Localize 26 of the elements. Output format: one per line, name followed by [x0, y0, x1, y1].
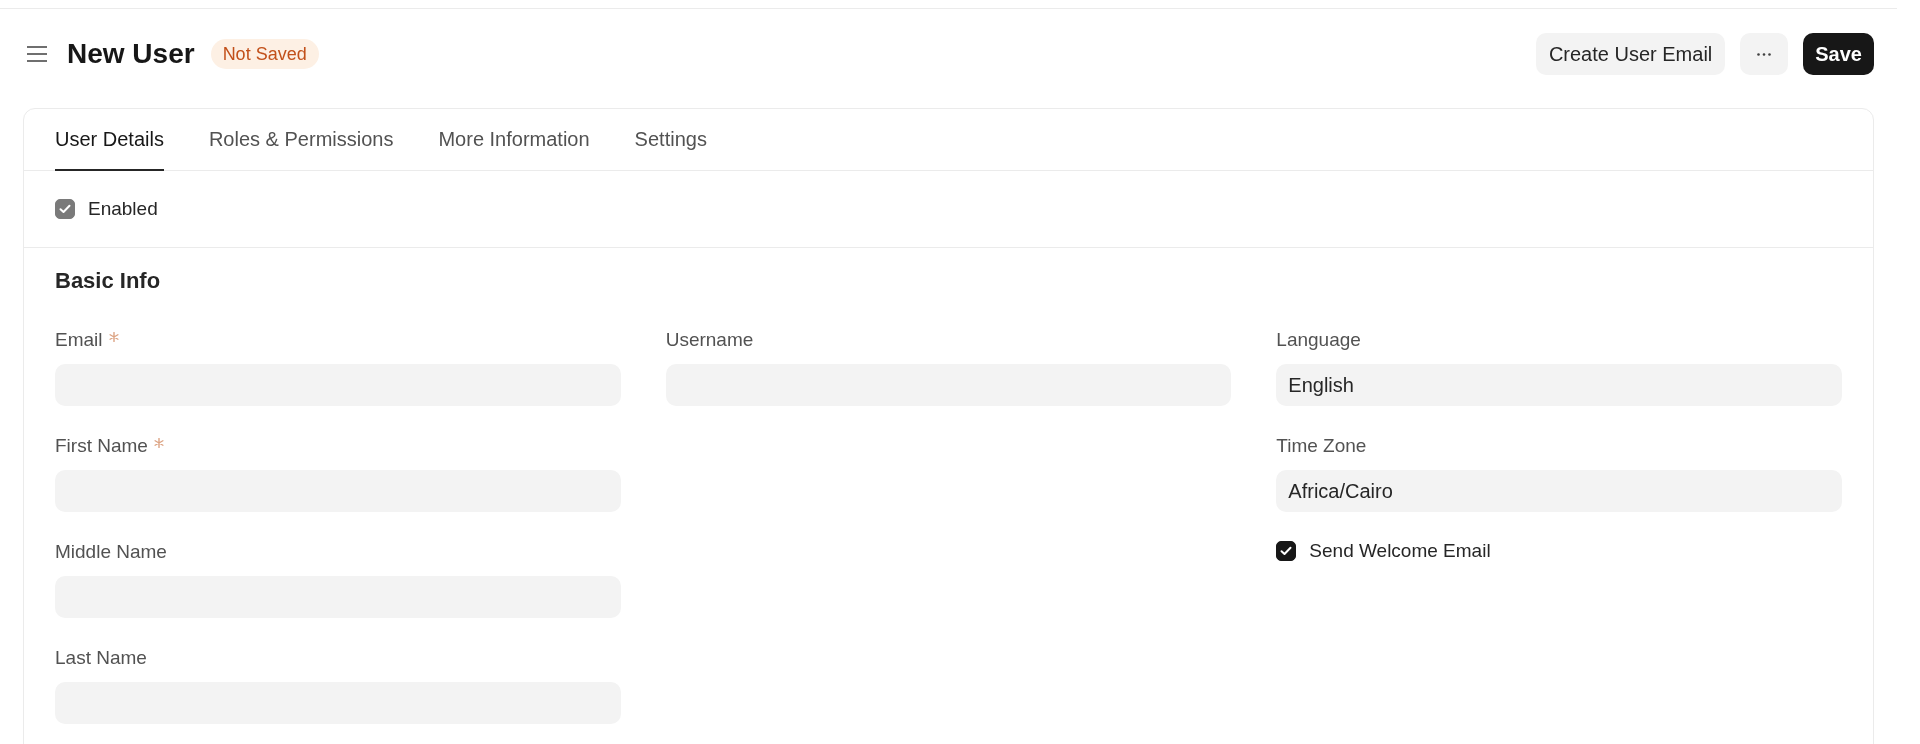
checkbox[interactable] — [1276, 541, 1297, 561]
field-label: Last Name — [55, 646, 147, 670]
section-heading: Basic Info — [55, 269, 161, 293]
input-field[interactable]: Africa/Cairo — [1276, 470, 1842, 512]
menu-icon[interactable] — [27, 46, 47, 62]
tab[interactable]: More Information — [438, 109, 590, 171]
check-icon — [59, 204, 71, 214]
input-field[interactable]: English — [1276, 364, 1842, 406]
page-title: New User — [67, 37, 195, 71]
tab[interactable]: Roles & Permissions — [208, 109, 394, 171]
field-label: Middle Name — [55, 540, 167, 564]
field-label: Email — [55, 328, 103, 352]
status-badge: Not Saved — [210, 39, 319, 69]
create-email-button[interactable]: Create User Email — [1535, 33, 1726, 75]
tab[interactable]: User Details — [55, 109, 164, 171]
checkbox-label: Enabled — [88, 196, 158, 221]
field-label: Username — [665, 328, 754, 352]
more-button[interactable] — [1740, 33, 1789, 75]
tab[interactable]: Settings — [634, 109, 707, 171]
field-label: First Name — [55, 434, 148, 458]
field-label: Time Zone — [1276, 434, 1367, 458]
field-label: Language — [1276, 328, 1361, 352]
save-button[interactable]: Save — [1803, 33, 1874, 75]
ellipsis-icon — [1757, 52, 1772, 56]
check-icon — [1280, 546, 1293, 556]
checkbox-label: Send Welcome Email — [1309, 538, 1491, 563]
